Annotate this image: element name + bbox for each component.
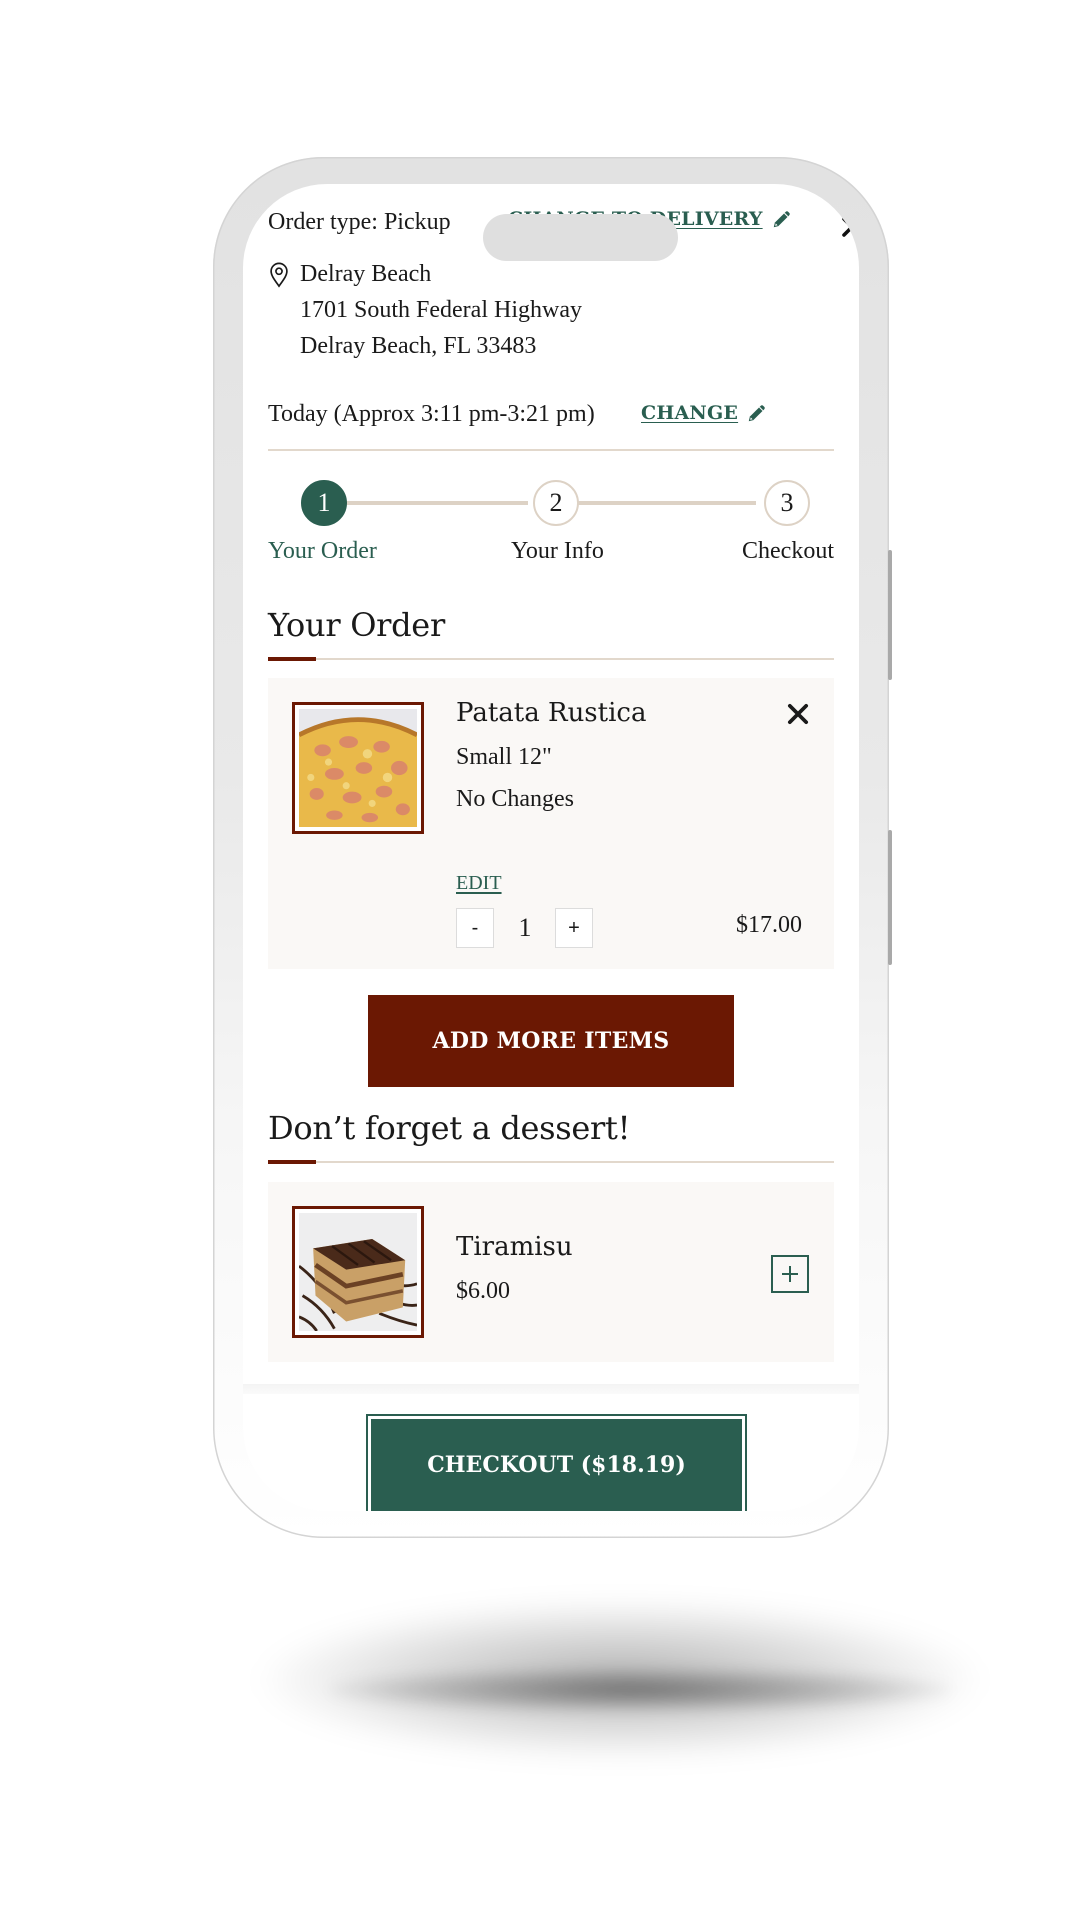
add-upsell-item-button[interactable] [771, 1255, 809, 1293]
step-3-label: Checkout [742, 538, 834, 564]
close-icon [842, 217, 859, 237]
heading-accent-bar [268, 657, 316, 661]
close-button[interactable] [837, 212, 859, 242]
step-2-label: Your Info [511, 538, 604, 564]
edit-item-link[interactable]: EDIT [456, 872, 502, 895]
phone-notch [483, 214, 678, 261]
upsell-item-card: Tiramisu $6.00 [268, 1182, 834, 1362]
store-name: Delray Beach [300, 261, 432, 287]
step-2-indicator[interactable]: 2 [533, 480, 579, 526]
upsell-item-price: $6.00 [456, 1278, 510, 1304]
phone-side-button-upper [888, 550, 892, 680]
checkout-stepper: 1 2 3 Your Order Your Info Checkout [268, 480, 834, 580]
order-item-card: Patata Rustica Small 12" No Changes EDIT… [268, 678, 834, 969]
dessert-upsell-heading: Don’t forget a dessert! [268, 1109, 631, 1147]
header-divider [268, 449, 834, 451]
store-street: 1701 South Federal Highway [300, 297, 582, 323]
order-item-price: $17.00 [736, 912, 802, 938]
pencil-icon [748, 405, 765, 422]
phone-side-button-lower [888, 830, 892, 965]
your-order-heading: Your Order [268, 606, 445, 644]
add-more-items-button[interactable]: ADD MORE ITEMS [368, 995, 734, 1087]
quantity-value: 1 [518, 913, 532, 942]
change-time-link[interactable]: CHANGE [641, 402, 768, 424]
order-item-thumbnail [292, 702, 424, 834]
order-item-modifications: No Changes [456, 786, 574, 812]
quantity-decrement-button[interactable]: - [456, 908, 494, 948]
order-item-size: Small 12" [456, 744, 552, 770]
upsell-item-thumbnail [292, 1206, 424, 1338]
phone-frame: Order type: Pickup CHANGE TO DELIVERY [213, 157, 892, 1538]
map-pin-icon [270, 262, 288, 288]
pickup-time-text: Today (Approx 3:11 pm-3:21 pm) [268, 400, 595, 427]
order-type-label: Order type: Pickup [268, 208, 451, 235]
your-order-rule [268, 657, 834, 661]
plus-icon [782, 1266, 798, 1282]
change-time-label: CHANGE [641, 402, 739, 424]
stepper-connector [318, 501, 528, 505]
remove-item-button[interactable] [784, 700, 812, 728]
order-item-name: Patata Rustica [456, 698, 647, 728]
step-1-label: Your Order [268, 538, 377, 564]
quantity-increment-button[interactable]: + [555, 908, 593, 948]
store-city-state-zip: Delray Beach, FL 33483 [300, 333, 537, 359]
device-contact-shadow [330, 1668, 950, 1712]
tiramisu-image [298, 1213, 418, 1332]
footer-divider [243, 1384, 859, 1394]
phone-screen: Order type: Pickup CHANGE TO DELIVERY [243, 184, 859, 1511]
dessert-upsell-rule [268, 1160, 834, 1164]
stepper-connector [551, 501, 756, 505]
pizza-image [297, 709, 419, 827]
store-address: Delray Beach 1701 South Federal Highway … [268, 256, 834, 364]
upsell-item-name: Tiramisu [456, 1232, 573, 1262]
pencil-icon [773, 211, 790, 228]
step-1-indicator[interactable]: 1 [301, 480, 347, 526]
step-3-indicator[interactable]: 3 [764, 480, 810, 526]
checkout-button[interactable]: CHECKOUT ($18.19) [366, 1414, 747, 1511]
heading-accent-bar [268, 1160, 316, 1164]
pickup-time-row: Today (Approx 3:11 pm-3:21 pm) CHANGE [268, 394, 834, 434]
close-icon [787, 703, 809, 725]
